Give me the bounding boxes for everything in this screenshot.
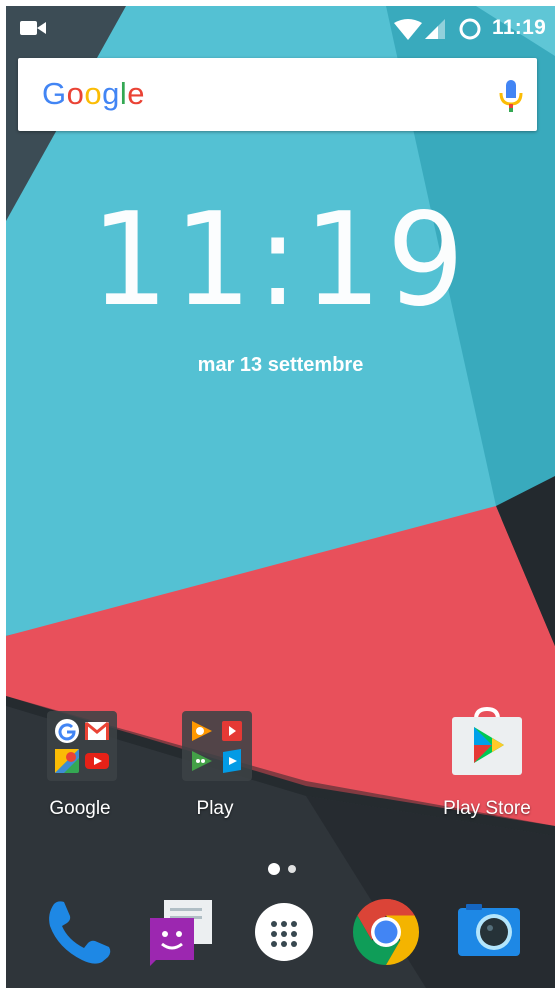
play-folder-icon xyxy=(182,711,252,781)
google-folder-icon xyxy=(47,711,117,781)
play-store-app[interactable]: Play Store xyxy=(422,705,552,835)
app-drawer-icon[interactable] xyxy=(246,894,322,970)
gmail-icon xyxy=(85,721,109,740)
messenger-icon[interactable] xyxy=(144,894,220,970)
status-bar: 11:19 xyxy=(6,6,555,50)
maps-icon xyxy=(55,749,79,773)
play-store-icon xyxy=(452,706,522,775)
chrome-icon[interactable] xyxy=(348,894,424,970)
wifi-icon xyxy=(394,19,422,40)
phone-icon[interactable] xyxy=(42,894,118,970)
wallpaper xyxy=(6,6,555,988)
google-logo: Google xyxy=(42,75,145,113)
status-time: 11:19 xyxy=(492,16,547,39)
google-app-icon xyxy=(55,719,79,743)
video-camera-icon xyxy=(20,21,46,35)
play-games-icon xyxy=(192,751,212,771)
play-music-icon xyxy=(192,721,212,741)
logo-letter: o xyxy=(84,76,103,111)
play-books-icon xyxy=(223,749,241,773)
home-screen: 11:19 Google 11:19 mar 13 settembre Goog… xyxy=(6,6,555,988)
logo-letter: e xyxy=(127,76,146,111)
logo-letter: o xyxy=(66,76,85,111)
camera-icon[interactable] xyxy=(450,894,526,970)
clock-widget-time[interactable]: 11:19 xyxy=(20,186,542,336)
google-search-bar[interactable]: Google xyxy=(18,58,537,131)
play-movies-icon xyxy=(222,721,242,741)
page-indicator xyxy=(266,862,306,876)
page-dot-active xyxy=(268,863,280,875)
signal-icon xyxy=(425,19,445,39)
clock-widget-date[interactable]: mar 13 settembre xyxy=(6,353,555,377)
app-label-play: Play xyxy=(196,798,234,819)
logo-letter: G xyxy=(42,76,67,111)
page-dot xyxy=(288,865,296,873)
logo-letter: g xyxy=(102,76,120,111)
mic-icon[interactable] xyxy=(498,78,524,114)
battery-charging-icon xyxy=(459,18,481,40)
google-folder[interactable]: Google xyxy=(15,705,145,835)
play-folder[interactable]: Play xyxy=(150,705,280,835)
youtube-icon xyxy=(85,753,109,769)
app-label-google: Google xyxy=(49,798,111,819)
app-label-play-store: Play Store xyxy=(443,798,531,819)
